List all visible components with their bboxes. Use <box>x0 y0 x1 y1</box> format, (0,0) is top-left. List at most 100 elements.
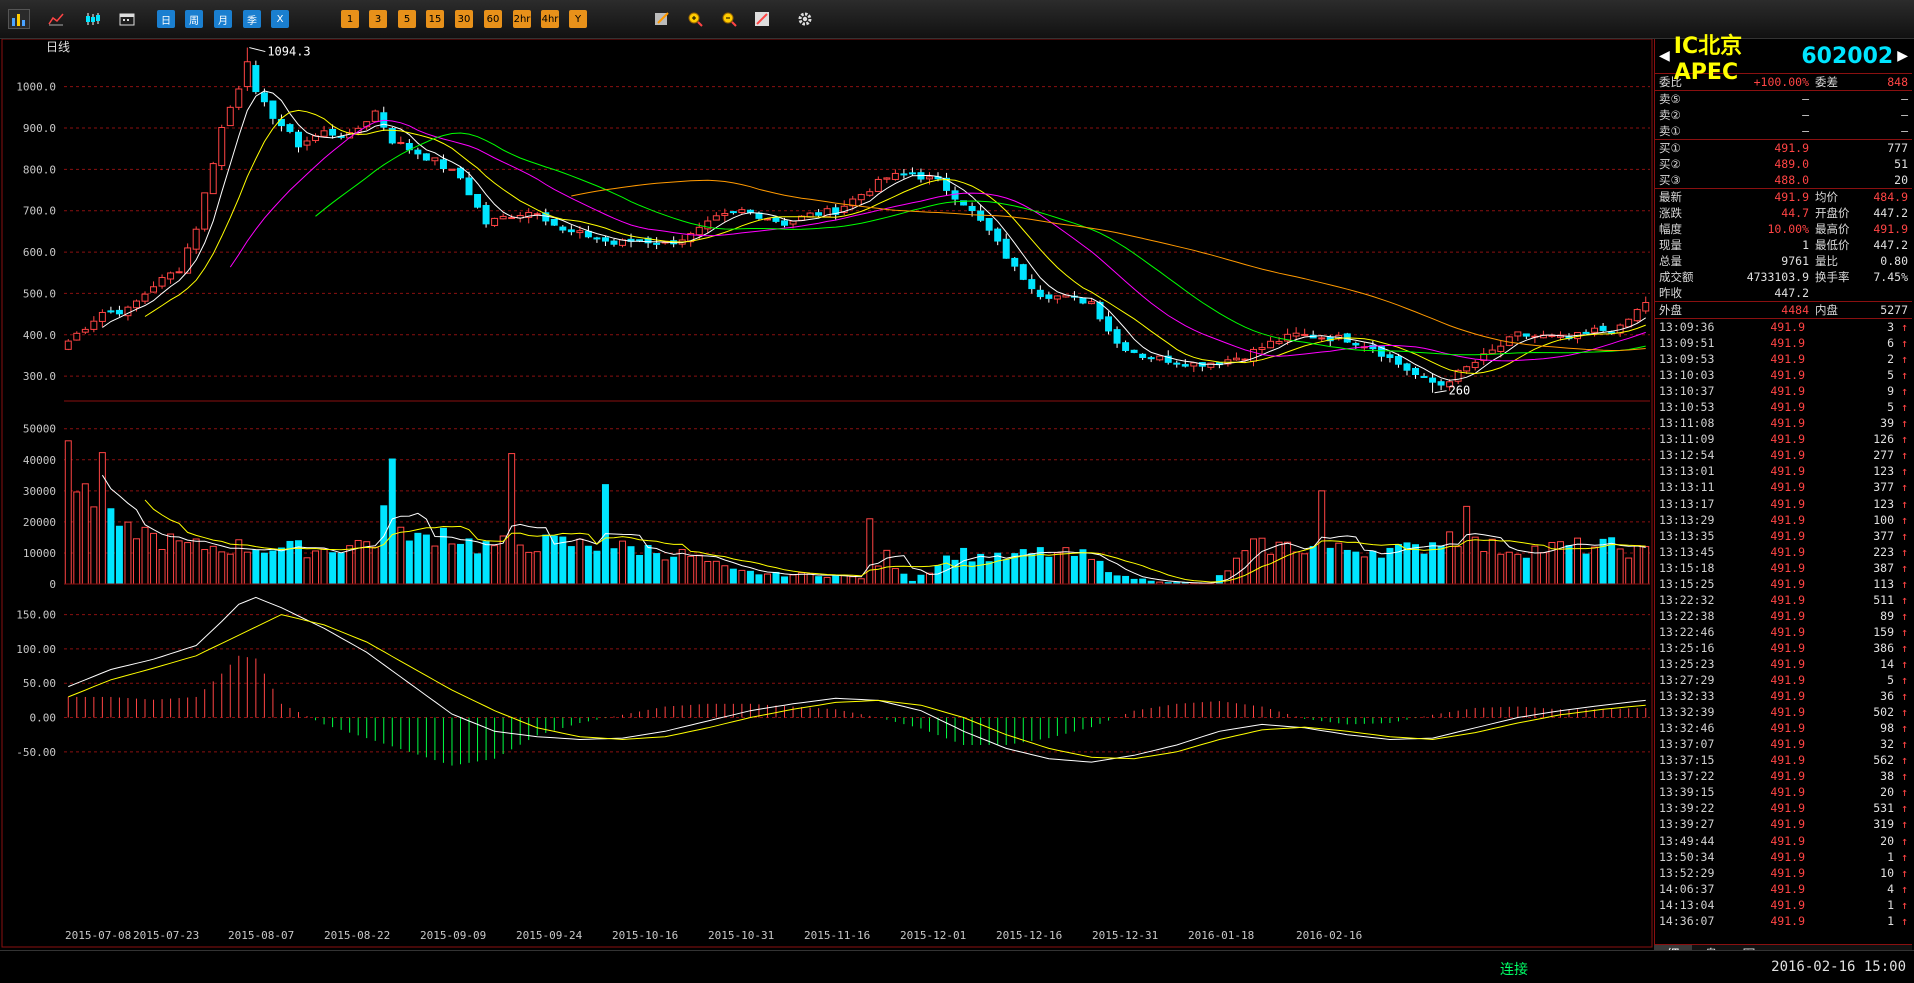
tick-volume: 20 <box>1880 833 1894 848</box>
price-tick-label: 1000.0 <box>16 81 56 94</box>
volume-bar <box>218 551 226 585</box>
tick-time: 13:37:22 <box>1659 769 1715 784</box>
calendar-icon[interactable] <box>116 9 138 29</box>
volume-bar <box>158 548 166 585</box>
candle-body <box>1139 353 1147 358</box>
tick-price: 491.9 <box>1770 544 1805 559</box>
tick-price: 491.9 <box>1770 881 1805 896</box>
candle-body <box>303 140 311 146</box>
volume-bar <box>1369 550 1377 585</box>
tick-row: 14:13:04 491.9 1 ↑ <box>1655 897 1912 913</box>
period-button-10[interactable]: 60 <box>484 10 502 28</box>
volume-bar <box>559 536 567 585</box>
status-bar: 连接 2016-02-16 15:00 <box>0 950 1914 983</box>
volume-bar <box>1275 541 1283 585</box>
gear-icon[interactable] <box>794 9 816 29</box>
volume-bar <box>1326 547 1334 585</box>
tick-row: 13:25:16 491.9 386 ↑ <box>1655 640 1912 656</box>
period-button-0[interactable]: 日 <box>157 10 175 28</box>
volume-bar <box>1463 505 1471 585</box>
connection-status[interactable]: 连接 <box>1500 959 1528 979</box>
volume-bar <box>303 557 311 585</box>
tick-volume: 38 <box>1880 769 1894 784</box>
tick-time: 14:36:07 <box>1659 913 1715 928</box>
candle-body <box>218 126 226 167</box>
tick-volume: 36 <box>1880 689 1894 704</box>
tick-volume: 20 <box>1880 785 1894 800</box>
volume-bar <box>329 552 337 585</box>
chart-frame <box>1 39 1653 948</box>
period-button-1[interactable]: 周 <box>185 10 203 28</box>
volume-bar <box>1394 543 1402 585</box>
kline-chart[interactable]: 1000.0 900.0 800.0 700.0 600.0 500.0 400.0 300.… <box>0 39 1654 951</box>
ask-price: — <box>1802 108 1809 122</box>
period-button-12[interactable]: 4hr <box>541 10 559 28</box>
volume-bar <box>1130 578 1138 585</box>
tick-volume: 123 <box>1873 496 1894 511</box>
line-chart-icon[interactable] <box>45 9 67 29</box>
next-stock-icon[interactable]: ▶ <box>1893 48 1912 64</box>
period-button-9[interactable]: 30 <box>455 10 473 28</box>
period-button-8[interactable]: 15 <box>426 10 444 28</box>
volume-bar <box>994 552 1002 585</box>
draw-line-icon[interactable] <box>751 9 773 29</box>
candle-body <box>1471 361 1479 369</box>
tick-time: 13:13:11 <box>1659 480 1715 495</box>
period-button-2[interactable]: 月 <box>214 10 232 28</box>
candle-body <box>781 220 789 226</box>
zoom-in-icon[interactable] <box>684 9 706 29</box>
period-button-4[interactable]: X <box>271 10 289 28</box>
candle-body <box>1318 337 1326 340</box>
candle-body <box>1352 342 1360 346</box>
volume-bar <box>755 574 763 585</box>
candle-body <box>1079 297 1087 304</box>
tick-volume: 9 <box>1887 384 1894 399</box>
candle-body <box>567 229 575 233</box>
prev-stock-icon[interactable]: ◀ <box>1655 48 1674 64</box>
edit-icon[interactable] <box>651 9 673 29</box>
tick-time: 14:06:37 <box>1659 881 1715 896</box>
period-button-3[interactable]: 季 <box>243 10 261 28</box>
candle-body <box>550 219 558 226</box>
x-tick-label: 2015-07-08 <box>65 929 131 942</box>
ask-vol: — <box>1901 108 1908 122</box>
tick-volume: 377 <box>1873 528 1894 543</box>
period-button-11[interactable]: 2hr <box>513 10 531 28</box>
candle-body <box>1292 332 1300 337</box>
volume-bar <box>1284 541 1292 585</box>
candle-body <box>107 310 115 313</box>
tick-time: 13:09:53 <box>1659 352 1715 367</box>
period-button-6[interactable]: 3 <box>369 10 387 28</box>
tick-volume: 159 <box>1873 624 1894 639</box>
tick-price: 491.9 <box>1770 560 1805 575</box>
kline-chart-icon[interactable] <box>8 9 30 29</box>
candle-body <box>482 205 490 225</box>
period-button-5[interactable]: 1 <box>341 10 359 28</box>
bid-price: 488.0 <box>1774 173 1809 187</box>
volume-bar <box>516 544 524 585</box>
volume-bar <box>1437 545 1445 585</box>
volume-bar <box>866 518 874 585</box>
macd-tick-label: 50.00 <box>23 677 56 690</box>
candlestick-icon[interactable] <box>82 9 104 29</box>
x-tick-label: 2015-12-16 <box>996 929 1062 942</box>
tick-list[interactable]: 13:09:36 491.9 3 ↑ 13:09:51 491.9 6 ↑ 13:09:53 49… <box>1655 318 1912 929</box>
tick-price: 491.9 <box>1770 849 1805 864</box>
ma20-line <box>229 119 1646 362</box>
ask-row: 卖① — — <box>1655 123 1912 139</box>
candle-body <box>252 65 260 93</box>
tick-price: 491.9 <box>1770 336 1805 351</box>
volume-bar <box>1045 556 1053 585</box>
ask-vol: — <box>1901 124 1908 138</box>
candle-body <box>1011 257 1019 267</box>
period-button-7[interactable]: 5 <box>398 10 416 28</box>
tick-time: 13:13:45 <box>1659 544 1715 559</box>
tick-price: 491.9 <box>1770 817 1805 832</box>
volume-bar <box>1070 555 1078 585</box>
zoom-out-icon[interactable] <box>718 9 740 29</box>
candle-body <box>1113 329 1121 344</box>
volume-bar <box>277 547 285 585</box>
period-button-13[interactable]: Y <box>569 10 587 28</box>
candle-body <box>150 286 158 293</box>
stat-label: 涨跌 <box>1659 206 1682 220</box>
